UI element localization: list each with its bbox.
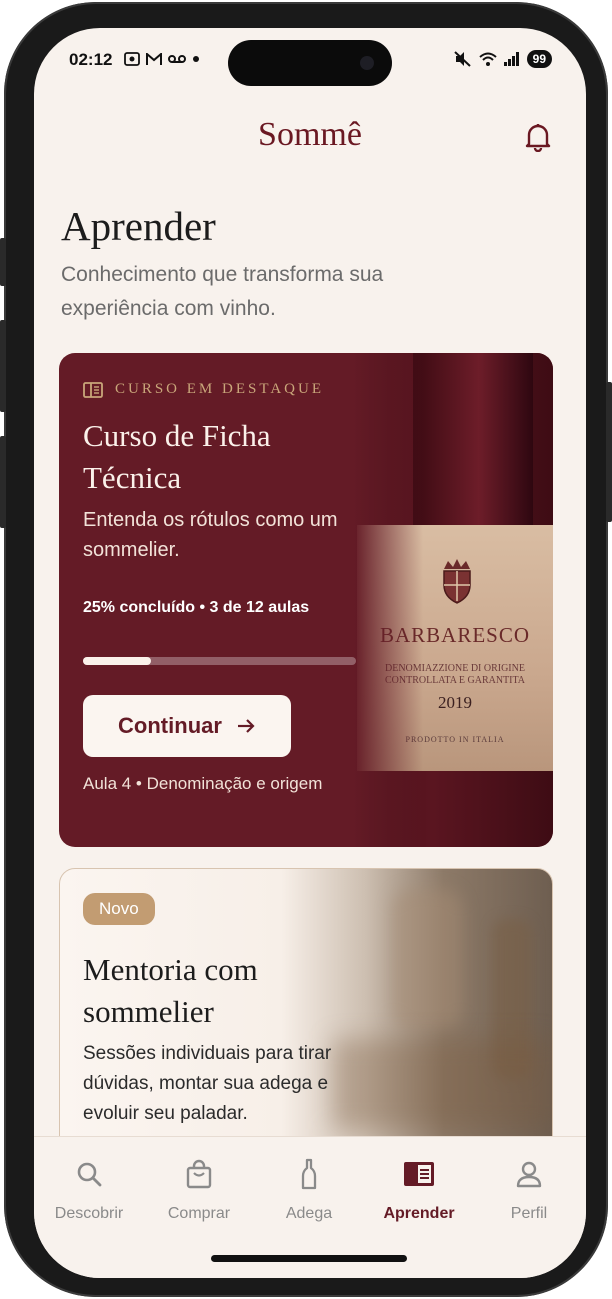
status-time: 02:12 — [69, 50, 113, 69]
dot-icon — [192, 56, 199, 63]
signal-icon — [503, 52, 519, 66]
search-icon — [77, 1162, 102, 1187]
user-icon — [516, 1161, 542, 1188]
new-badge: Novo — [83, 893, 155, 925]
tab-label: Comprar — [167, 1205, 231, 1222]
background-blur-shape — [392, 889, 462, 1029]
status-bar: 02:12 99 — [34, 28, 586, 98]
bell-icon[interactable] — [524, 122, 552, 152]
page-title: Aprender — [61, 203, 216, 249]
action-button — [0, 238, 6, 286]
mentorship-description: Sessões individuais para tirar dúvidas, … — [83, 1043, 332, 1124]
tab-label: Aprender — [383, 1205, 455, 1222]
tab-perfil[interactable]: Perfil — [474, 1157, 584, 1223]
notification-icons — [124, 50, 200, 67]
featured-kicker: CURSO EM DESTAQUE — [83, 381, 324, 398]
tab-label: Perfil — [510, 1205, 548, 1222]
book-icon — [404, 1162, 434, 1186]
tab-label: Adega — [285, 1205, 333, 1222]
course-progress-bar — [83, 657, 356, 665]
tab-adega[interactable]: Adega — [254, 1157, 364, 1223]
gmail-icon — [145, 51, 162, 65]
dynamic-island — [228, 40, 392, 86]
mentorship-title: Mentoria com sommelier — [83, 952, 258, 1029]
tab-comprar[interactable]: Comprar — [144, 1157, 254, 1223]
featured-kicker-label: CURSO EM DESTAQUE — [115, 381, 324, 397]
status-right: 99 — [453, 50, 552, 68]
page-subtitle: Conhecimento que transforma sua experiên… — [61, 263, 384, 320]
home-indicator[interactable] — [211, 1255, 407, 1262]
featured-course-card[interactable]: BARBARESCO DENOMIAZZIONE DI ORIGINE CONT… — [59, 353, 553, 847]
book-icon — [83, 381, 103, 398]
arrow-right-icon — [237, 719, 255, 733]
wifi-icon — [478, 52, 497, 66]
app-brand: Sommê — [258, 116, 362, 153]
battery-level: 99 — [526, 50, 552, 68]
course-progress-text: 25% concluído • 3 de 12 aulas — [83, 599, 310, 616]
next-lesson-text: Aula 4 • Denominação e origem — [83, 774, 323, 793]
bottle-icon — [301, 1158, 317, 1190]
bottle-shoulder — [413, 353, 533, 533]
featured-course-description: Entenda os rótulos como um sommelier. — [83, 509, 338, 561]
phone-frame: 02:12 99 Sommê Aprender Conhecimento que… — [0, 2, 612, 1297]
screenshot-icon — [124, 52, 140, 67]
volume-down-button — [0, 436, 6, 528]
mute-icon — [453, 51, 471, 67]
volume-up-button — [0, 320, 6, 412]
course-progress-fill — [83, 657, 152, 665]
crest-icon — [443, 559, 471, 604]
featured-course-title: Curso de Ficha Técnica — [83, 418, 271, 495]
tab-label: Descobrir — [54, 1205, 124, 1222]
tab-descobrir[interactable]: Descobrir — [34, 1157, 144, 1223]
continue-button-label: Continuar — [118, 713, 222, 738]
wine-bottle-image: BARBARESCO DENOMIAZZIONE DI ORIGINE CONT… — [353, 353, 553, 847]
power-button — [606, 382, 612, 522]
shopping-bag-icon — [186, 1159, 212, 1189]
app-screen: 02:12 99 Sommê Aprender Conhecimento que… — [34, 28, 586, 1278]
tab-aprender[interactable]: Aprender — [364, 1157, 474, 1223]
front-camera — [360, 56, 374, 70]
image-fade — [353, 353, 423, 847]
voicemail-icon — [167, 55, 186, 64]
continue-button[interactable]: Continuar — [83, 695, 291, 757]
